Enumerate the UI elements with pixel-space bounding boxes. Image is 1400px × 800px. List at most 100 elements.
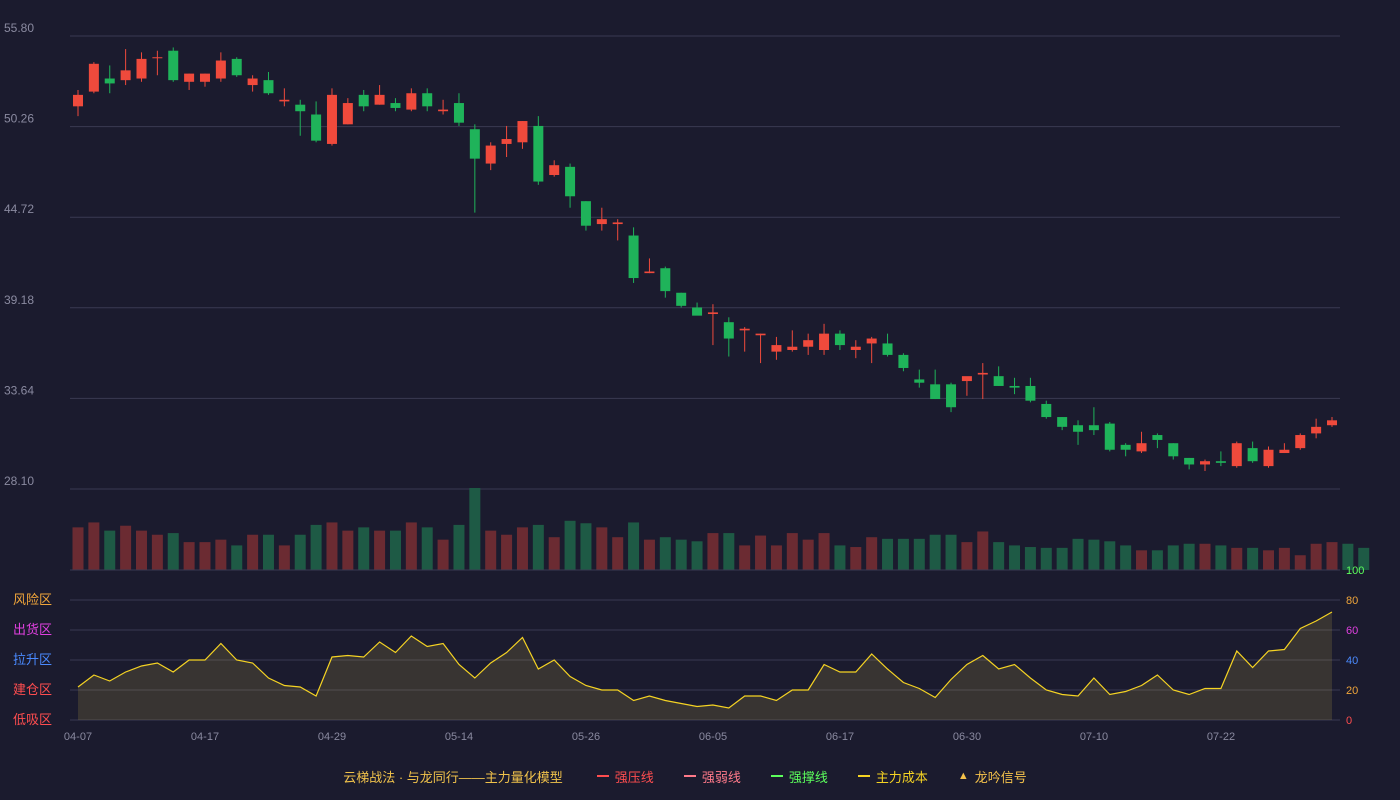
candle-body [263,80,274,94]
candle-body [676,292,687,306]
volume-bar [993,542,1005,570]
candle-body [565,166,576,197]
candle-body [930,384,941,400]
volume-bar [770,545,782,570]
volume-series [72,488,1370,570]
volume-bar [231,545,243,570]
volume-bar [135,530,147,570]
volume-bar [183,542,195,570]
x-tick-label: 05-26 [572,731,600,743]
volume-bar [580,523,592,570]
volume-bar [1247,547,1259,570]
legend-item-dragon-signal[interactable]: ▲ 龙吟信号 [958,767,1027,786]
x-tick-label: 06-05 [699,731,727,743]
volume-bar [374,530,386,570]
candle-body [1136,443,1147,452]
volume-bar [1009,545,1021,570]
candle-body [628,235,639,279]
volume-bar [72,527,84,570]
candle-body [1041,403,1052,418]
candle-body [1152,435,1163,440]
dashed-line-icon [683,775,696,777]
candle-body [1215,461,1226,463]
candle-body [358,94,369,107]
volume-bar [961,542,973,570]
candle-body [866,338,877,344]
volume-bar [628,522,640,570]
price-tick-label: 44.72 [4,202,34,216]
price-tick-label: 55.80 [4,21,34,35]
candle-body [438,109,449,112]
indicator-tick-label: 80 [1346,595,1358,607]
candle-body [295,104,306,112]
candle-body [422,93,433,107]
candle-body [247,78,258,86]
candle-body [850,346,861,350]
price-tick-label: 50.26 [4,112,34,126]
candle-body [326,94,337,144]
volume-bar [1263,550,1275,570]
candle-body [739,328,750,331]
candlestick-series [73,47,1337,472]
volume-bar [850,547,862,570]
kline-chart[interactable]: 55.80 50.26 44.72 39.18 33.64 28.10 100 80 60 40… [0,0,1400,800]
legend-item-strong-support[interactable]: 强撑线 [770,767,828,786]
candle-body [231,58,242,76]
volume-bar [104,530,116,570]
volume-bar [834,545,846,570]
candle-body [1073,425,1084,432]
candle-body [882,343,893,355]
candle-body [469,129,480,159]
candle-body [771,345,782,352]
candle-body [279,99,290,102]
candle-body [311,114,322,141]
legend-label: 主力成本 [875,769,928,785]
candle-body [644,271,655,274]
x-tick-label: 04-07 [64,731,92,743]
candle-body [834,333,845,346]
price-grid: 55.80 50.26 44.72 39.18 33.64 28.10 [4,21,1340,490]
indicator-tick-label: 60 [1346,625,1358,637]
volume-bar [1199,543,1211,570]
volume-bar [1072,538,1084,570]
legend: 云梯战法 · 与龙同行——主力量化模型 强压线 强弱线 强撑线 主力成本 ▲ 龙… [0,762,1400,790]
legend-item-main-cost[interactable]: 主力成本 [857,767,928,786]
dashed-line-icon [857,775,870,777]
volume-bar [866,537,878,570]
legend-item-strong-pressure[interactable]: 强压线 [596,767,654,786]
candle-body [501,139,512,144]
volume-bar [707,533,719,570]
volume-bar [755,535,767,570]
x-tick-label: 06-30 [953,731,981,743]
candle-body [485,145,496,164]
zone-label: 拉升区 [13,652,52,667]
volume-bar [1120,545,1132,570]
volume-bar [723,533,735,570]
candle-body [1088,425,1099,431]
candle-body [993,376,1004,386]
candle-body [184,73,195,82]
triangle-icon: ▲ [957,770,969,782]
volume-bar [215,539,227,570]
candle-body [549,165,560,176]
volume-bar [485,530,497,570]
volume-bar [1104,541,1116,570]
legend-label: 强弱线 [701,769,741,785]
volume-bar [643,539,655,570]
candle-body [215,60,226,79]
volume-bar [1024,547,1036,570]
volume-bar [802,539,814,570]
candle-body [1231,443,1242,467]
candle-body [1311,426,1322,434]
candle-body [787,346,798,350]
solid-line-icon [770,775,783,777]
candle-body [374,94,385,105]
legend-item-strength-line[interactable]: 强弱线 [683,767,741,786]
volume-bar [564,520,576,570]
x-tick-label: 06-17 [826,731,854,743]
volume-bar [897,538,909,570]
candle-body [660,268,671,292]
volume-bar [516,527,528,570]
volume-bar [945,534,957,570]
volume-bar [1294,555,1306,570]
